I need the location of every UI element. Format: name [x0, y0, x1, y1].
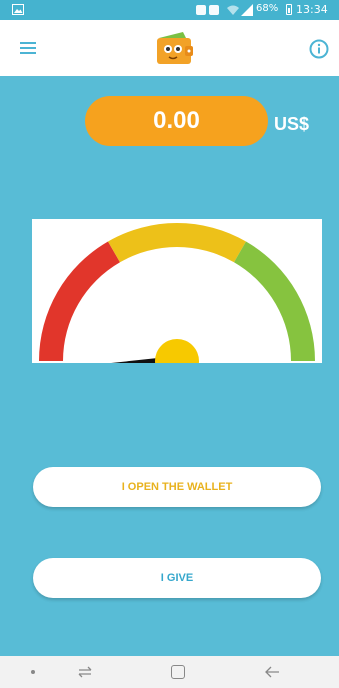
- clock: 13:34: [296, 3, 328, 16]
- wifi-icon: [227, 5, 239, 15]
- wallet-logo-icon: [157, 32, 193, 64]
- home-icon[interactable]: [171, 665, 185, 679]
- gauge-hub: [155, 339, 199, 363]
- vibrate-icon: [209, 5, 219, 15]
- signal-icon: [241, 4, 253, 16]
- currency-label: US$: [274, 114, 310, 134]
- give-button[interactable]: I GIVE: [33, 558, 321, 598]
- spending-gauge: [32, 219, 322, 363]
- info-icon[interactable]: [309, 39, 329, 59]
- give-label: I GIVE: [160, 572, 194, 584]
- nav-dot-icon[interactable]: [31, 670, 35, 674]
- alarm-icon: [196, 5, 206, 15]
- gauge-segment-0: [39, 241, 120, 361]
- hamburger-menu-icon[interactable]: [18, 39, 38, 57]
- gauge-segment-1: [108, 223, 246, 263]
- balance-amount: 0.00: [153, 107, 200, 134]
- battery-icon: [286, 4, 292, 15]
- battery-percent: 68%: [256, 3, 279, 14]
- system-nav-bar: [0, 656, 339, 688]
- app-bar: [0, 20, 339, 76]
- back-icon[interactable]: [264, 665, 280, 679]
- recents-icon[interactable]: [78, 665, 92, 679]
- gallery-notification-icon: [12, 4, 24, 15]
- gauge-segment-2: [234, 241, 315, 361]
- open-wallet-label: I OPEN THE WALLET: [121, 481, 233, 493]
- balance-amount-pill: 0.00: [85, 96, 268, 146]
- status-bar: 68% 13:34: [0, 0, 339, 20]
- open-wallet-button[interactable]: I OPEN THE WALLET: [33, 467, 321, 507]
- status-notification-icons: [196, 4, 219, 16]
